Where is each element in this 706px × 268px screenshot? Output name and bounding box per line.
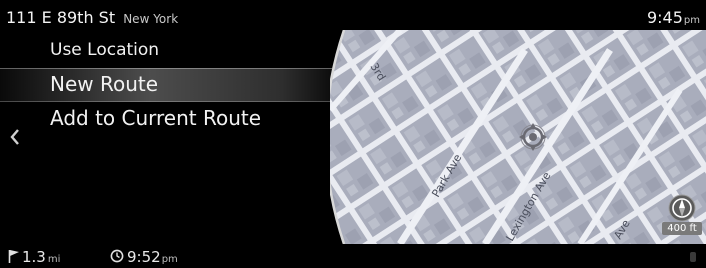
clock: 9:45pm [647, 8, 700, 27]
chevron-left-icon[interactable] [9, 127, 21, 147]
address-street: 111 E 89th St [6, 8, 116, 27]
address-city: New York [123, 12, 179, 26]
status-icon [690, 252, 696, 262]
eta-ampm: pm [161, 254, 178, 265]
menu-item-use-location[interactable]: Use Location [50, 40, 159, 60]
clock-ampm: pm [683, 15, 700, 26]
navigation-screen: Park Ave Lexington Ave 3rd Ave 111 E 89t… [0, 0, 706, 268]
menu-item-add-to-current-route[interactable]: Add to Current Route [50, 106, 261, 130]
flag-icon [8, 250, 19, 263]
compass-icon[interactable] [668, 194, 696, 222]
map-scale: 400 ft [662, 222, 702, 235]
map-view[interactable]: Park Ave Lexington Ave 3rd Ave [330, 30, 706, 244]
distance-value: 1.3 [22, 248, 46, 266]
menu-item-new-route[interactable]: New Route [50, 72, 158, 96]
map-canvas[interactable]: Park Ave Lexington Ave 3rd Ave [330, 30, 706, 244]
arrival-time: 9:52pm [110, 247, 178, 266]
destination-address: 111 E 89th St New York [6, 8, 178, 28]
distance-unit: mi [47, 254, 61, 265]
eta-value: 9:52 [127, 248, 161, 266]
clock-time: 9:45 [646, 8, 683, 27]
remaining-distance: 1.3 mi [8, 247, 60, 266]
clock-icon [110, 249, 124, 263]
